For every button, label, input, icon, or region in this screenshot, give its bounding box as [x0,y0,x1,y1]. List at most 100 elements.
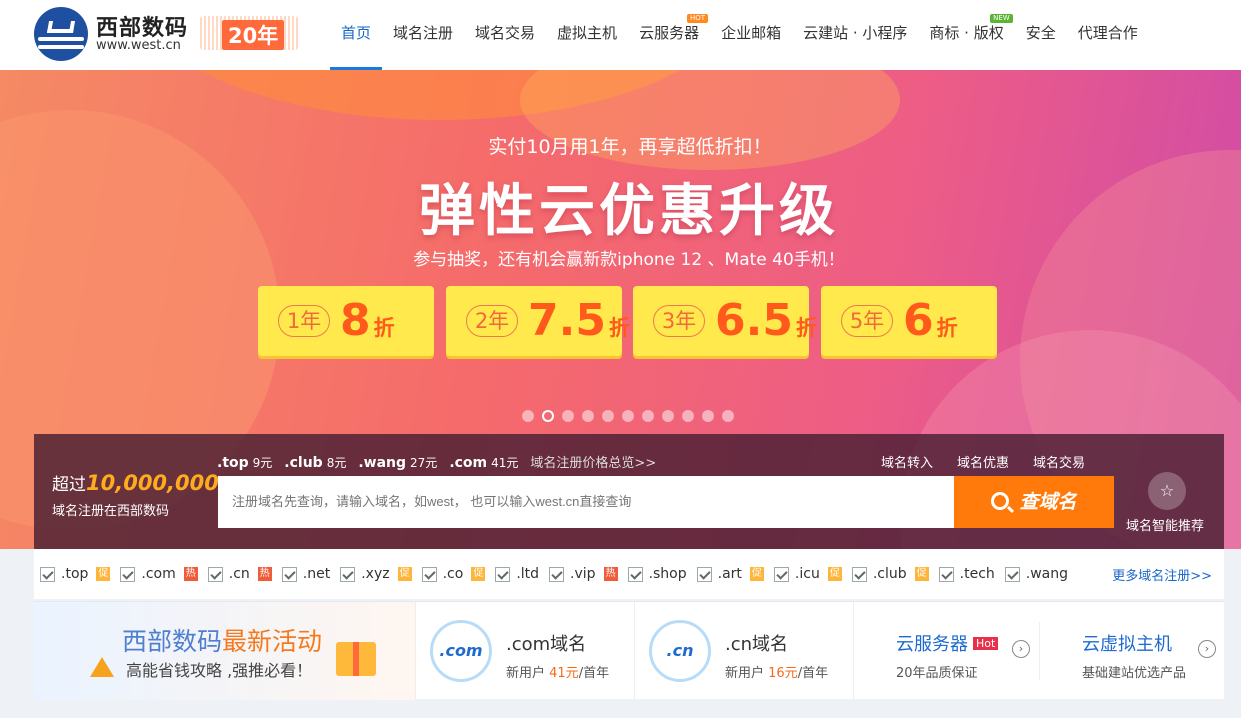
checkbox-checked-icon[interactable] [627,566,643,582]
carousel-dot[interactable] [542,410,554,422]
search-icon [991,492,1010,510]
checkbox-checked-icon[interactable] [696,566,712,582]
discount-coupon[interactable]: 1年 8 折 [258,286,434,356]
tld-tag-badge: 促 [397,567,412,581]
activity-title: 西部数码最新活动 [122,627,323,656]
price-overview-link[interactable]: 域名注册价格总览>> [530,456,656,471]
cn-domain-card[interactable]: .cn .cn域名 新用户 16元/首年 [634,602,853,700]
checkbox-checked-icon[interactable] [281,566,297,582]
nav-item-4[interactable]: 云服务器 HOT [628,0,710,70]
price-value: 8元 [326,456,347,470]
checkbox-checked-icon[interactable] [495,566,511,582]
ai-recommend-link[interactable]: 域名智能推荐 [1126,515,1204,534]
tld-option[interactable]: .art 促 [696,566,764,582]
carousel-dots [522,410,734,422]
more-tlds-link[interactable]: 更多域名注册>> [1112,565,1212,584]
checkbox-checked-icon[interactable] [938,566,954,582]
nav-item-8[interactable]: 安全 [1015,0,1067,70]
chevron-right-icon[interactable]: › [1198,640,1216,658]
carousel-dot[interactable] [662,410,674,422]
com-domain-price: 新用户 41元/首年 [506,666,610,681]
tld-option[interactable]: .com 热 [120,566,198,582]
activity-card[interactable]: 西部数码最新活动 高能省钱攻略 ,强推必看！ [34,602,415,700]
carousel-dot[interactable] [602,410,614,422]
tld-option[interactable]: .icu 促 [773,566,842,582]
discount-coupon[interactable]: 5年 6 折 [821,286,997,356]
tld-option[interactable]: .shop [627,566,687,582]
nav-item-5[interactable]: 企业邮箱 [710,0,792,70]
tld-option[interactable]: .cn 热 [207,566,272,582]
carousel-dot[interactable] [642,410,654,422]
coupon-year: 1年 [278,305,330,337]
server-cards: 云服务器 Hot 20年品质保证 › 云虚拟主机 基础建站优选产品 › [853,602,1223,700]
tld-option[interactable]: .wang [1004,566,1068,582]
tld-option[interactable]: .club 促 [851,566,929,582]
nav-item-9[interactable]: 代理合作 [1067,0,1149,70]
chevron-right-icon[interactable]: › [1012,640,1030,658]
search-domain-button[interactable]: 查域名 [954,476,1114,528]
coupon-rate: 6折 [903,295,958,346]
tld-tag-badge: 热 [183,567,198,581]
tld-option[interactable]: .vip 热 [549,566,618,582]
virtual-host-card[interactable]: 云虚拟主机 基础建站优选产品 › [1039,622,1224,681]
anniversary-badge: 20年 [200,16,298,50]
nav-item-2[interactable]: 域名交易 [464,0,546,70]
price-tld[interactable]: .top [217,455,249,471]
tld-tag-badge: 热 [257,567,272,581]
tld-option[interactable]: .xyz 促 [340,566,412,582]
com-domain-card[interactable]: .com .com域名 新用户 41元/首年 [415,602,634,700]
price-tld[interactable]: .club [284,455,322,471]
checkbox-checked-icon[interactable] [1004,566,1020,582]
domain-search-input[interactable] [218,476,954,528]
tld-option[interactable]: .co 促 [421,566,486,582]
carousel-dot[interactable] [702,410,714,422]
carousel-dot[interactable] [722,410,734,422]
nav-item-6[interactable]: 云建站 · 小程序 [792,0,918,70]
carousel-dot[interactable] [622,410,634,422]
nav-item-0[interactable]: 首页 [330,0,383,70]
tld-option[interactable]: .top 促 [40,566,111,582]
com-domain-icon: .com [430,620,492,682]
tld-tag-badge: 促 [914,567,929,581]
carousel-dot[interactable] [562,410,574,422]
triangle-icon [90,657,114,677]
nav-item-1[interactable]: 域名注册 [382,0,464,70]
tld-tag-badge: 促 [827,567,842,581]
price-value: 27元 [410,456,438,470]
quick-link[interactable]: 域名转入 [881,456,933,471]
tld-tag-badge: 促 [96,567,111,581]
virtual-host-desc: 基础建站优选产品 [1082,666,1187,681]
west-logo-icon[interactable] [34,7,88,61]
product-cards: 西部数码最新活动 高能省钱攻略 ,强推必看！ .com .com域名 新用户 4… [34,601,1224,700]
quick-link[interactable]: 域名交易 [1033,456,1085,471]
cloud-server-card[interactable]: 云服务器 Hot 20年品质保证 › [854,602,1039,700]
checkbox-checked-icon[interactable] [40,566,55,582]
discount-coupon[interactable]: 2年 7.5 折 [446,286,630,356]
coupon-rate: 8折 [340,295,395,346]
price-tld[interactable]: .wang [358,455,406,471]
ai-recommend-icon[interactable]: ☆ [1148,472,1186,510]
checkbox-checked-icon[interactable] [851,566,867,582]
tld-option[interactable]: .net [281,566,330,582]
banner-description: 参与抽奖，还有机会赢新款iphone 12 、Mate 40手机！ [413,250,845,270]
nav-tag-badge: NEW [990,14,1013,23]
checkbox-checked-icon[interactable] [120,566,136,582]
checkbox-checked-icon[interactable] [340,566,356,582]
checkbox-checked-icon[interactable] [421,566,437,582]
checkbox-checked-icon[interactable] [207,566,223,582]
quick-link[interactable]: 域名优惠 [957,456,1009,471]
nav-item-7[interactable]: 商标 · 版权 NEW [918,0,1014,70]
coupon-rate: 6.5 折 [715,295,817,346]
com-domain-name: .com域名 [506,634,587,655]
carousel-dot[interactable] [682,410,694,422]
tld-option[interactable]: .tech [938,566,995,582]
nav-item-3[interactable]: 虚拟主机 [546,0,628,70]
logo-url[interactable]: www.west.cn [96,38,181,53]
tld-option[interactable]: .ltd [495,566,539,582]
price-tld[interactable]: .com [449,455,487,471]
checkbox-checked-icon[interactable] [773,566,789,582]
discount-coupon[interactable]: 3年 6.5 折 [633,286,817,356]
carousel-dot[interactable] [522,410,534,422]
checkbox-checked-icon[interactable] [549,566,565,582]
carousel-dot[interactable] [582,410,594,422]
